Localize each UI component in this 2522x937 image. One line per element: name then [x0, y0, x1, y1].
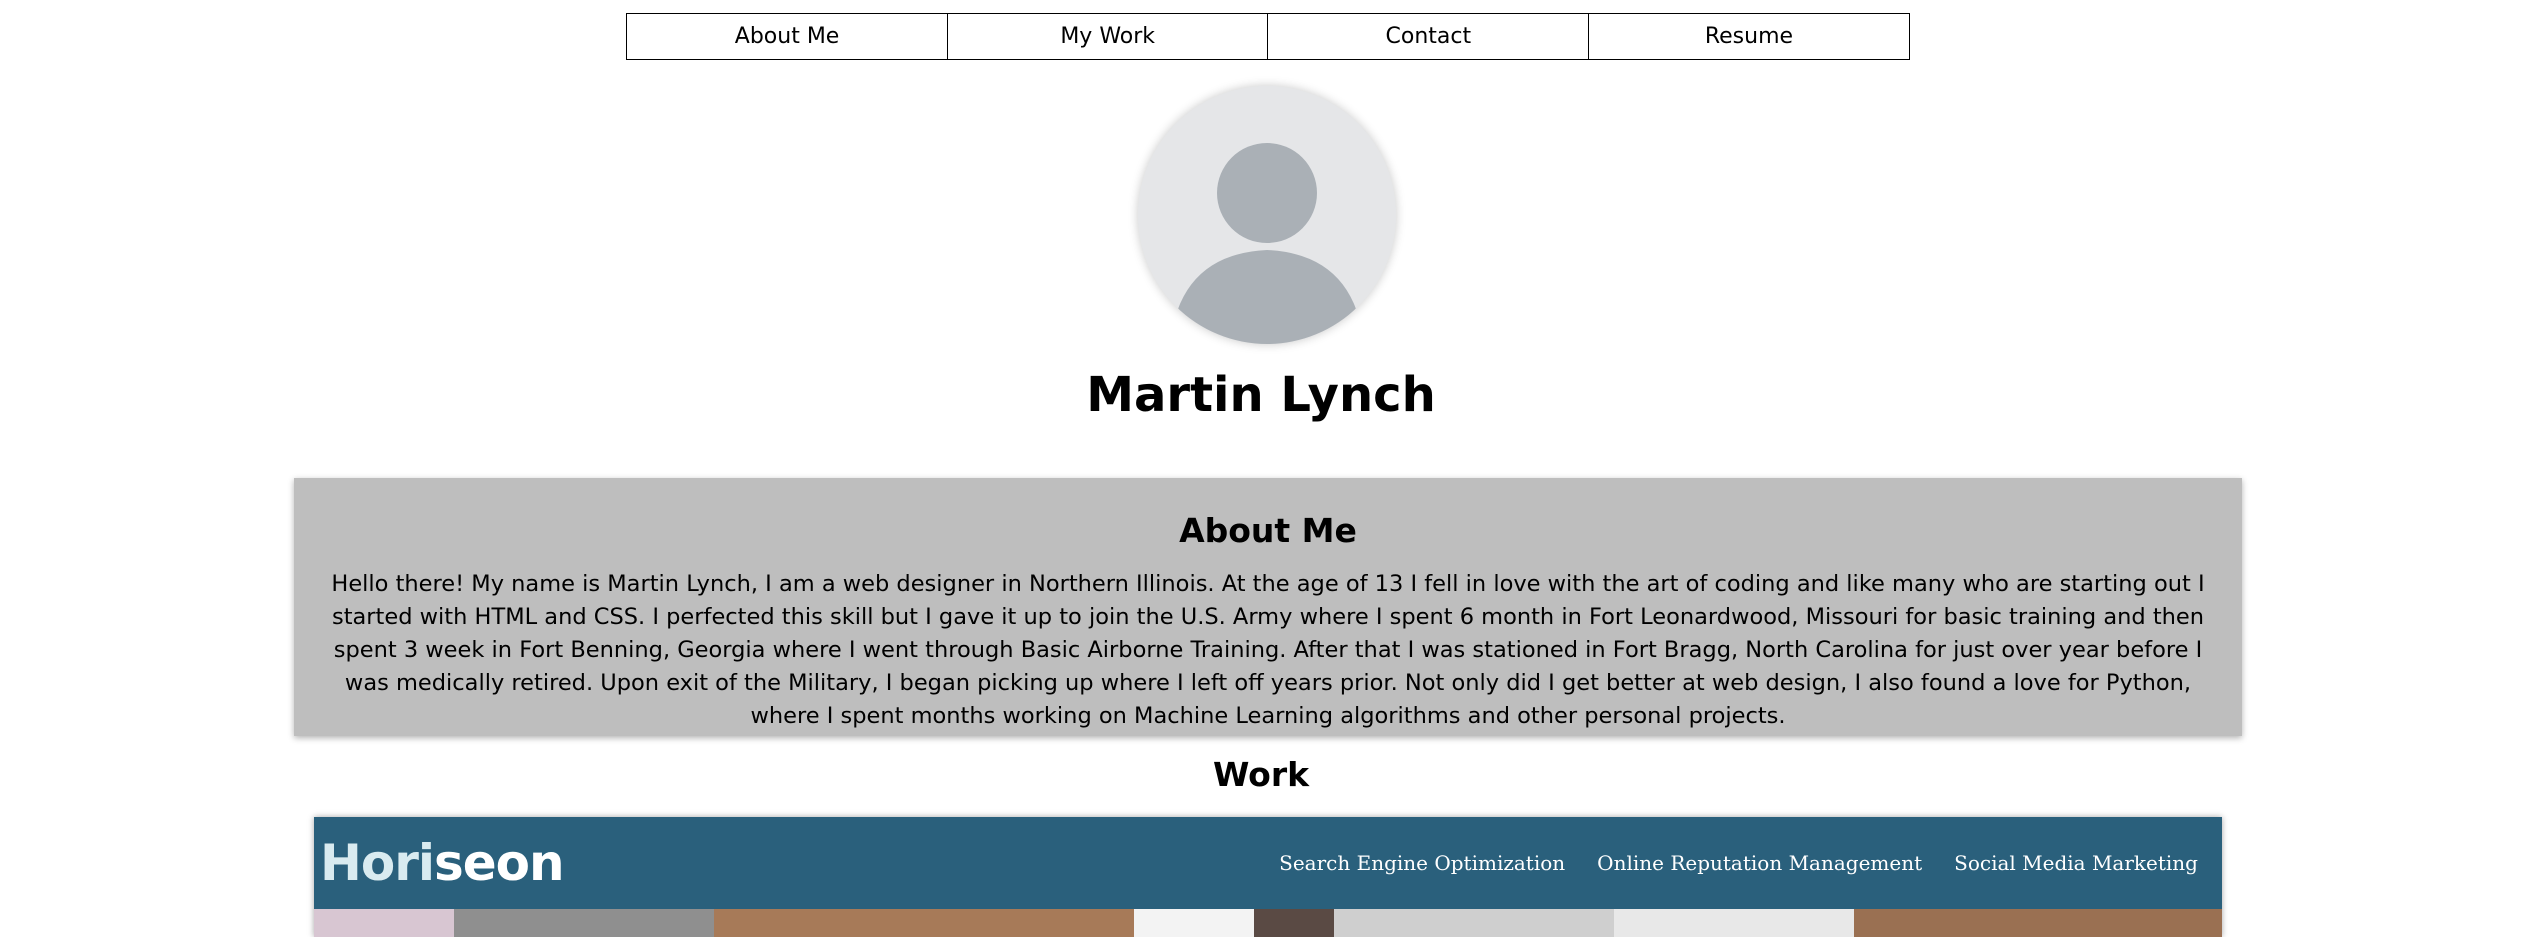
logo-accent: seon — [434, 834, 565, 892]
about-section: About Me Hello there! My name is Martin … — [294, 478, 2242, 736]
nav-contact[interactable]: Contact — [1267, 13, 1590, 60]
horiseon-nav-smm[interactable]: Social Media Marketing — [1954, 851, 2198, 875]
nav-my-work[interactable]: My Work — [946, 13, 1269, 60]
profile-name: Martin Lynch — [1086, 367, 1436, 423]
horiseon-logo: Horiseon — [320, 834, 565, 892]
work-heading: Work — [1212, 755, 1310, 794]
avatar — [1138, 86, 1396, 344]
horiseon-nav-seo[interactable]: Search Engine Optimization — [1279, 851, 1565, 875]
horiseon-nav-orm[interactable]: Online Reputation Management — [1597, 851, 1922, 875]
project-hero-image — [314, 909, 2222, 937]
horiseon-nav: Search Engine Optimization Online Reputa… — [1279, 851, 2198, 875]
logo-main: Hori — [320, 834, 435, 892]
user-placeholder-icon — [1138, 86, 1396, 344]
project-card-horiseon[interactable]: Horiseon Search Engine Optimization Onli… — [314, 817, 2222, 937]
main-nav: About Me My Work Contact Resume — [626, 13, 1910, 60]
project-screenshot-header: Horiseon Search Engine Optimization Onli… — [314, 817, 2222, 909]
nav-resume[interactable]: Resume — [1587, 13, 1910, 60]
about-body: Hello there! My name is Martin Lynch, I … — [331, 571, 2205, 729]
nav-about-me[interactable]: About Me — [626, 13, 949, 60]
about-heading: About Me — [1179, 511, 1357, 550]
